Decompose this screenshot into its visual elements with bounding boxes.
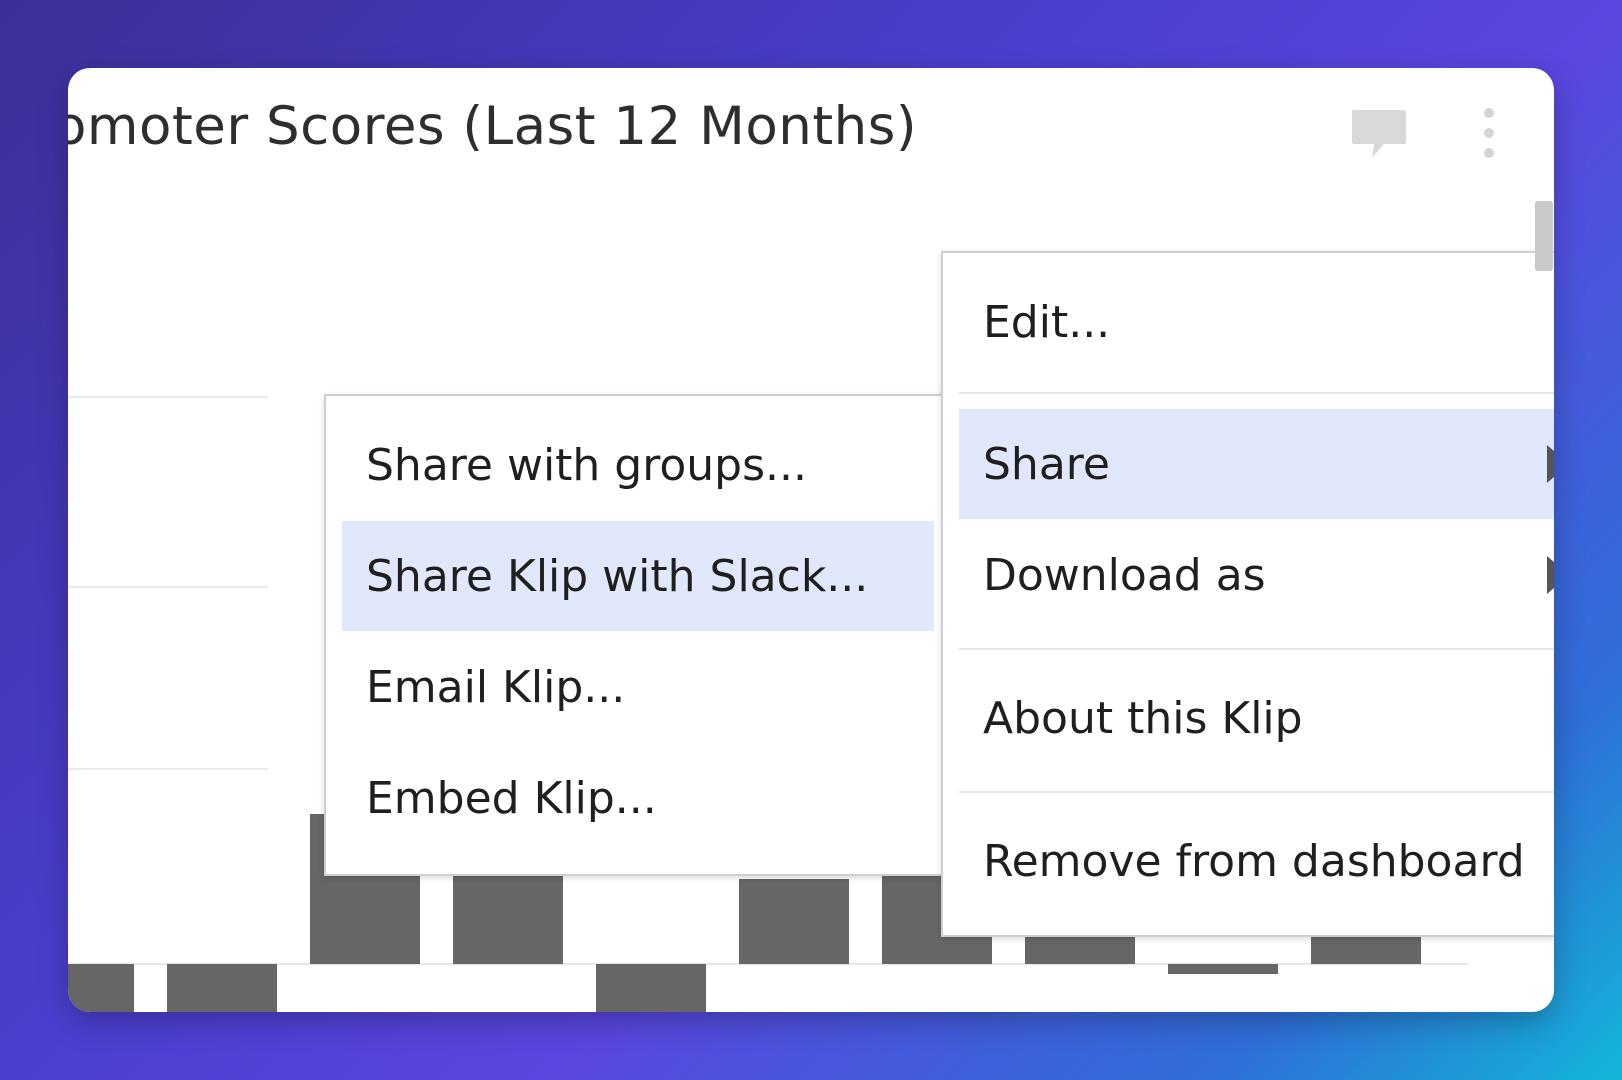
chart-bar (596, 964, 706, 1012)
share-klip-with-slack-item[interactable]: Share Klip with Slack... (342, 521, 934, 631)
menu-scrollbar[interactable] (1535, 201, 1553, 271)
chart-bar (68, 964, 134, 1012)
embed-klip-item[interactable]: Embed Klip... (342, 743, 934, 853)
chart-bar (1168, 964, 1278, 974)
embed-klip-label: Embed Klip... (366, 772, 657, 824)
remove-from-dashboard-label: Remove from dashboard (983, 835, 1525, 887)
share-with-groups-item[interactable]: Share with groups... (342, 410, 934, 520)
chart-bar (453, 864, 563, 964)
chart-bar (739, 879, 849, 964)
klip-card: omoter Scores (Last 12 Months) Share wit… (68, 68, 1554, 1012)
share-submenu: Share with groups... Share Klip with Sla… (324, 394, 952, 876)
share-with-groups-label: Share with groups... (366, 439, 807, 491)
share-item[interactable]: Share (959, 409, 1554, 519)
about-this-klip-label: About this Klip (983, 692, 1303, 744)
email-klip-label: Email Klip... (366, 661, 626, 713)
download-as-item[interactable]: Download as (959, 520, 1554, 630)
email-klip-item[interactable]: Email Klip... (342, 632, 934, 742)
share-klip-with-slack-label: Share Klip with Slack... (366, 550, 869, 602)
download-as-label: Download as (983, 549, 1266, 601)
menu-separator (959, 648, 1554, 650)
chart-bar (167, 964, 277, 1012)
about-this-klip-item[interactable]: About this Klip (959, 663, 1554, 773)
menu-separator (959, 392, 1554, 394)
remove-from-dashboard-item[interactable]: Remove from dashboard (959, 806, 1554, 916)
klip-context-menu: Edit... Share Download as About this Kli… (941, 251, 1554, 937)
menu-separator (959, 791, 1554, 793)
submenu-arrow-icon (1547, 556, 1554, 594)
share-label: Share (983, 438, 1110, 490)
edit-label: Edit... (983, 296, 1111, 348)
edit-item[interactable]: Edit... (959, 267, 1554, 377)
submenu-arrow-icon (1547, 445, 1554, 483)
